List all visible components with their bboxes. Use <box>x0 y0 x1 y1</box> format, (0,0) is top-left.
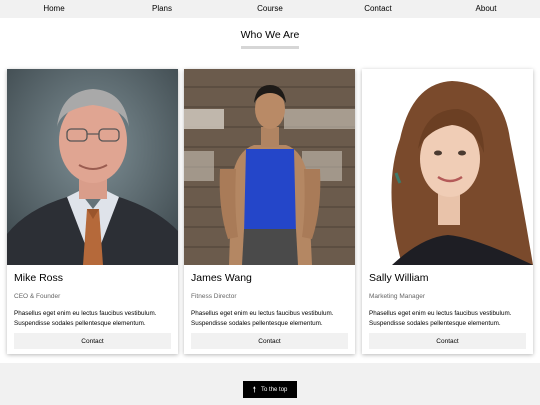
member-role: Fitness Director <box>191 293 237 300</box>
team-photo-james-wang <box>184 69 355 265</box>
to-the-top-label: To the top <box>261 386 288 393</box>
top-navigation: Home Plans Course Contact About <box>0 0 540 18</box>
contact-button[interactable]: Contact <box>369 333 526 349</box>
team-card-james-wang: James Wang Fitness Director Phasellus eg… <box>184 69 355 354</box>
section-title: Who We Are <box>240 29 300 41</box>
member-description: Phasellus eget enim eu lectus faucibus v… <box>369 310 512 327</box>
member-role: Marketing Manager <box>369 293 425 300</box>
contact-button[interactable]: Contact <box>14 333 171 349</box>
member-name: Sally William <box>369 272 429 284</box>
team-card-mike-ross: Mike Ross CEO & Founder Phasellus eget e… <box>7 69 178 354</box>
team-photo-sally-william <box>362 69 533 265</box>
title-underline <box>241 46 299 49</box>
nav-plans-link[interactable]: Plans <box>108 0 216 18</box>
nav-course-link[interactable]: Course <box>216 0 324 18</box>
member-name: James Wang <box>191 272 252 284</box>
member-description: Phasellus eget enim eu lectus faucibus v… <box>191 310 334 327</box>
contact-button[interactable]: Contact <box>191 333 348 349</box>
member-description: Phasellus eget enim eu lectus faucibus v… <box>14 310 157 327</box>
to-the-top-button[interactable]: 🠕 To the top <box>243 381 297 398</box>
team-card-sally-william: Sally William Marketing Manager Phasellu… <box>362 69 533 354</box>
nav-about-link[interactable]: About <box>432 0 540 18</box>
member-name: Mike Ross <box>14 272 64 284</box>
team-photo-mike-ross <box>7 69 178 265</box>
arrow-up-icon: 🠕 <box>252 384 257 394</box>
team-section: Who We Are Mike Ross CEO & Founder Phase… <box>0 18 540 363</box>
nav-home-link[interactable]: Home <box>0 0 108 18</box>
member-role: CEO & Founder <box>14 293 61 300</box>
nav-contact-link[interactable]: Contact <box>324 0 432 18</box>
